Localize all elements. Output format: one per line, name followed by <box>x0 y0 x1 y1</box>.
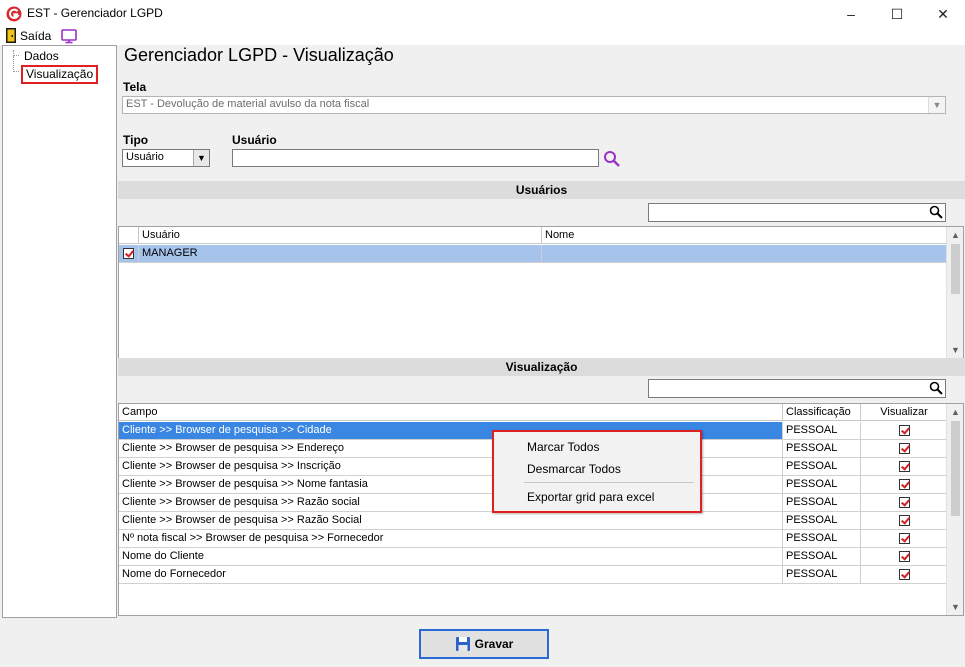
cell-usuario: MANAGER <box>139 245 542 263</box>
scroll-down-icon[interactable]: ▼ <box>947 599 963 615</box>
grid-corner <box>119 227 139 244</box>
checkbox-checked[interactable] <box>898 569 910 580</box>
page-title: Gerenciador LGPD - Visualização <box>124 45 394 65</box>
tela-label: Tela <box>123 80 147 94</box>
checkbox-checked[interactable] <box>898 533 910 544</box>
cell-visualizar[interactable] <box>861 530 948 548</box>
menu-item-desmarcar-todos[interactable]: Desmarcar Todos <box>527 462 621 476</box>
menu-item-marcar-todos[interactable]: Marcar Todos <box>527 440 599 454</box>
cell-classificacao: PESSOAL <box>783 548 861 566</box>
checkbox-checked[interactable] <box>898 551 910 562</box>
table-row[interactable]: Nome do Cliente PESSOAL <box>119 548 948 566</box>
app-logo-icon <box>6 6 22 22</box>
cell-classificacao: PESSOAL <box>783 476 861 494</box>
cell-nome <box>542 245 948 263</box>
menu-item-exportar-excel[interactable]: Exportar grid para excel <box>527 490 654 504</box>
cell-classificacao: PESSOAL <box>783 458 861 476</box>
visualizacao-section-header: Visualização <box>118 358 965 376</box>
scroll-thumb[interactable] <box>951 421 960 516</box>
checkbox-checked[interactable] <box>898 461 910 472</box>
tipo-label: Tipo <box>123 133 149 147</box>
table-row[interactable]: Nº nota fiscal >> Browser de pesquisa >>… <box>119 530 948 548</box>
table-row[interactable]: Cliente >> Browser de pesquisa >> Razão … <box>119 512 948 530</box>
navigation-tree: Dados Visualização <box>2 45 117 618</box>
column-header-campo[interactable]: Campo <box>119 404 783 421</box>
search-icon[interactable] <box>929 205 943 219</box>
usuarios-grid[interactable]: Usuário Nome MANAGER ▲ ▼ <box>118 226 964 359</box>
maximize-icon: ☐ <box>890 5 904 22</box>
chevron-down-icon[interactable]: ▼ <box>193 150 209 166</box>
cell-classificacao: PESSOAL <box>783 494 861 512</box>
close-button[interactable]: ✕ <box>920 0 965 28</box>
tipo-select-value: Usuário <box>126 151 164 163</box>
title-bar: EST - Gerenciador LGPD – ☐ ✕ <box>0 0 965 28</box>
usuarios-filter-input[interactable] <box>648 203 946 222</box>
minimize-button[interactable]: – <box>828 0 874 28</box>
exit-door-icon[interactable] <box>6 28 16 43</box>
scroll-up-icon[interactable]: ▲ <box>947 404 963 420</box>
menu-divider <box>524 482 694 483</box>
tree-connector <box>13 56 19 72</box>
scroll-up-icon[interactable]: ▲ <box>947 227 963 243</box>
scroll-down-icon[interactable]: ▼ <box>947 342 963 358</box>
cell-campo: Cliente >> Browser de pesquisa >> Razão … <box>119 512 783 530</box>
exit-menu-item[interactable]: Saída <box>20 29 51 43</box>
vertical-scrollbar[interactable]: ▲ ▼ <box>946 227 963 358</box>
cell-classificacao: PESSOAL <box>783 440 861 458</box>
cell-visualizar[interactable] <box>861 566 948 584</box>
scroll-thumb[interactable] <box>951 244 960 294</box>
column-header-nome[interactable]: Nome <box>542 227 948 244</box>
cell-campo: Nº nota fiscal >> Browser de pesquisa >>… <box>119 530 783 548</box>
column-header-visualizar[interactable]: Visualizar <box>861 404 948 421</box>
cell-visualizar[interactable] <box>861 440 948 458</box>
tree-item-visualizacao[interactable]: Visualização <box>21 65 99 84</box>
tipo-select[interactable]: Usuário ▼ <box>122 149 210 167</box>
cell-classificacao: PESSOAL <box>783 422 861 440</box>
monitor-icon[interactable] <box>60 28 78 44</box>
menu-bar: Saída <box>0 28 965 45</box>
maximize-button[interactable]: ☐ <box>874 0 920 28</box>
vertical-scrollbar[interactable]: ▲ ▼ <box>946 404 963 615</box>
checkbox-checked[interactable] <box>898 425 910 436</box>
cell-classificacao: PESSOAL <box>783 530 861 548</box>
checkbox-checked[interactable] <box>898 497 910 508</box>
cell-visualizar[interactable] <box>861 512 948 530</box>
save-button-label: Gravar <box>474 637 514 651</box>
cell-classificacao: PESSOAL <box>783 512 861 530</box>
context-menu: Marcar Todos Desmarcar Todos Exportar gr… <box>492 430 702 513</box>
checkbox-checked[interactable] <box>898 515 910 526</box>
cell-visualizar[interactable] <box>861 458 948 476</box>
cell-classificacao: PESSOAL <box>783 566 861 584</box>
visualizacao-filter-input[interactable] <box>648 379 946 398</box>
checkbox-checked[interactable] <box>898 479 910 490</box>
usuario-input[interactable] <box>232 149 599 167</box>
table-row[interactable]: MANAGER <box>119 245 948 263</box>
tela-select-value: EST - Devolução de material avulso da no… <box>126 98 370 110</box>
chevron-down-icon[interactable]: ▼ <box>928 97 945 113</box>
cell-visualizar[interactable] <box>861 548 948 566</box>
cell-visualizar[interactable] <box>861 476 948 494</box>
usuarios-section-header: Usuários <box>118 181 965 199</box>
window-title: EST - Gerenciador LGPD <box>27 6 163 20</box>
cell-campo: Nome do Fornecedor <box>119 566 783 584</box>
search-icon[interactable] <box>603 150 621 168</box>
cell-visualizar[interactable] <box>861 494 948 512</box>
table-row[interactable]: Nome do Fornecedor PESSOAL <box>119 566 948 584</box>
checkbox-checked[interactable] <box>898 443 910 454</box>
close-icon: ✕ <box>937 5 949 22</box>
save-button[interactable]: Gravar <box>419 629 549 659</box>
minimize-icon: – <box>847 6 855 22</box>
tela-select[interactable]: EST - Devolução de material avulso da no… <box>122 96 946 114</box>
tree-item-dados[interactable]: Dados <box>24 49 59 63</box>
cell-visualizar[interactable] <box>861 422 948 440</box>
column-header-usuario[interactable]: Usuário <box>139 227 542 244</box>
usuario-label: Usuário <box>232 133 277 147</box>
cell-campo: Nome do Cliente <box>119 548 783 566</box>
checkbox-checked[interactable] <box>123 248 134 259</box>
row-checkbox-cell[interactable] <box>119 245 139 263</box>
save-disk-icon <box>455 637 470 651</box>
search-icon[interactable] <box>929 381 943 395</box>
column-header-classificacao[interactable]: Classificação <box>783 404 861 421</box>
